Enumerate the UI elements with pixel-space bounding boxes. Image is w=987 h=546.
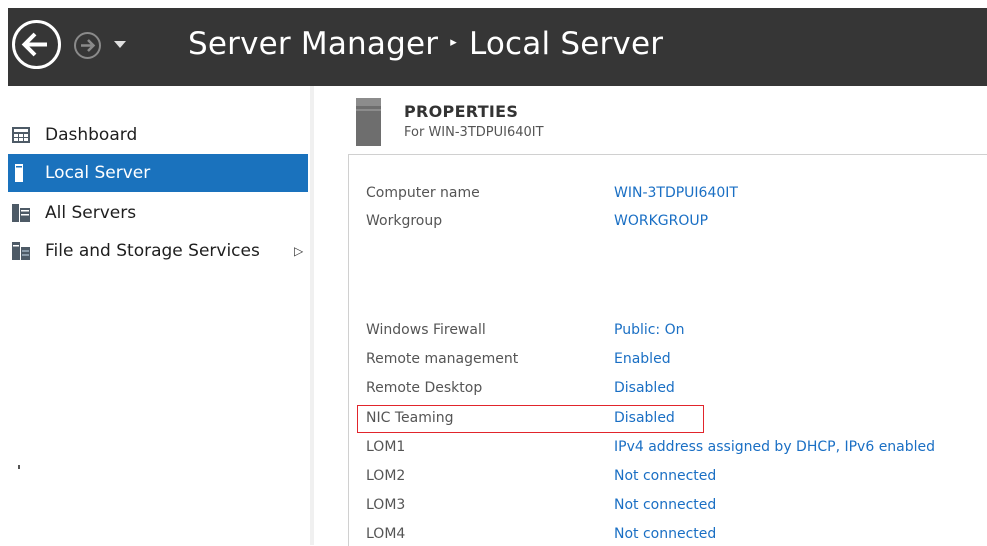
page-title: Local Server — [468, 26, 664, 62]
property-label: Computer name — [366, 185, 480, 201]
property-value-link[interactable]: Not connected — [614, 522, 716, 546]
sidebar-item-file-and-storage-services[interactable]: File and Storage Services ▷ — [8, 232, 308, 270]
property-label: LOM2 — [366, 468, 406, 484]
stray-mark — [18, 465, 20, 469]
property-value-link[interactable]: WIN-3TDPUI640IT — [614, 181, 738, 205]
history-dropdown-icon[interactable] — [112, 38, 128, 50]
property-label: Remote Desktop — [366, 380, 483, 396]
properties-subtitle: For WIN-3TDPUI640IT — [404, 125, 544, 140]
sidebar-item-dashboard[interactable]: Dashboard — [8, 116, 308, 154]
property-value-link[interactable]: Not connected — [614, 464, 716, 488]
dashboard-icon — [12, 127, 30, 143]
forward-arrow-icon[interactable] — [73, 31, 102, 60]
sidebar-item-all-servers[interactable]: All Servers — [8, 194, 308, 232]
sidebar-item-label: All Servers — [45, 203, 137, 223]
sidebar-item-local-server[interactable]: Local Server — [8, 154, 308, 192]
window-title: Server Manager ▸ Local Server — [188, 22, 663, 66]
property-label: Remote management — [366, 351, 519, 367]
property-value-link[interactable]: Not connected — [614, 493, 716, 517]
highlight-box — [357, 405, 704, 433]
property-row-lom3: LOM3 Not connected — [366, 493, 987, 517]
title-bar: Server Manager ▸ Local Server — [8, 8, 987, 86]
property-row-lom4: LOM4 Not connected — [366, 522, 987, 546]
server-tower-icon — [356, 98, 381, 146]
property-label: Workgroup — [366, 213, 443, 229]
expand-arrow-icon[interactable]: ▷ — [294, 232, 303, 270]
sidebar-item-label: File and Storage Services — [45, 241, 260, 261]
property-value-link[interactable]: Enabled — [614, 347, 671, 371]
servers-icon — [12, 204, 30, 222]
properties-heading: PROPERTIES — [404, 102, 519, 121]
property-row-workgroup: Workgroup WORKGROUP — [366, 209, 987, 233]
property-row-lom2: LOM2 Not connected — [366, 464, 987, 488]
property-label: LOM4 — [366, 526, 406, 542]
property-label: LOM3 — [366, 497, 406, 513]
storage-icon — [12, 242, 30, 260]
property-row-remote-management: Remote management Enabled — [366, 347, 987, 371]
property-row-computer-name: Computer name WIN-3TDPUI640IT — [366, 181, 987, 205]
breadcrumb-separator-icon: ▸ — [450, 34, 457, 50]
sidebar: Dashboard Local Server All Servers File … — [8, 86, 308, 545]
property-label: LOM1 — [366, 439, 406, 455]
property-row-windows-firewall: Windows Firewall Public: On — [366, 318, 987, 342]
server-icon — [15, 164, 23, 182]
back-arrow-icon[interactable] — [11, 19, 62, 70]
property-row-lom1: LOM1 IPv4 address assigned by DHCP, IPv6… — [366, 435, 987, 459]
property-value-link[interactable]: IPv4 address assigned by DHCP, IPv6 enab… — [614, 435, 935, 459]
sidebar-item-label: Dashboard — [45, 125, 138, 145]
main-content: PROPERTIES For WIN-3TDPUI640IT Computer … — [314, 86, 987, 546]
property-label: Windows Firewall — [366, 322, 486, 338]
sidebar-item-label: Local Server — [45, 163, 151, 183]
property-value-link[interactable]: Public: On — [614, 318, 685, 342]
property-row-remote-desktop: Remote Desktop Disabled — [366, 376, 987, 400]
property-value-link[interactable]: Disabled — [614, 376, 675, 400]
property-value-link[interactable]: WORKGROUP — [614, 209, 708, 233]
app-title: Server Manager — [188, 26, 439, 62]
